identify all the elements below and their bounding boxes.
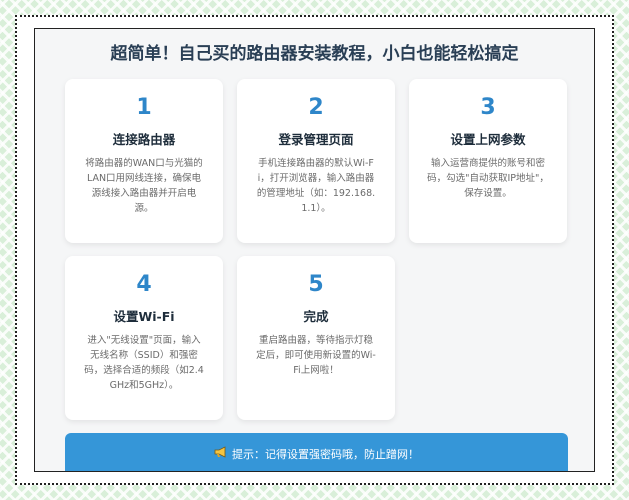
step-title: 连接路由器 xyxy=(112,132,176,147)
step-title: 设置上网参数 xyxy=(450,132,526,147)
step-card-5: 5 完成 重启路由器，等待指示灯稳定后，即可使用新设置的Wi-Fi上网啦！ xyxy=(237,256,395,420)
step-card-3: 3 设置上网参数 输入运营商提供的账号和密码，勾选"自动获取IP地址"，保存设置… xyxy=(409,79,567,243)
step-number: 4 xyxy=(136,272,152,297)
step-description: 手机连接路由器的默认Wi-Fi，打开浏览器，输入路由器的管理地址（如：192.1… xyxy=(256,158,376,214)
step-title: 登录管理页面 xyxy=(278,132,354,147)
step-number: 5 xyxy=(308,272,324,297)
megaphone-icon xyxy=(214,446,228,461)
step-card-1: 1 连接路由器 将路由器的WAN口与光猫的LAN口用网线连接，确保电源线接入路由… xyxy=(65,79,223,243)
page-title: 超简单！自己买的路由器安装教程，小白也能轻松搞定 xyxy=(110,44,519,64)
step-title: 完成 xyxy=(303,309,329,324)
step-description: 输入运营商提供的账号和密码，勾选"自动获取IP地址"，保存设置。 xyxy=(427,158,549,199)
step-title: 设置Wi-Fi xyxy=(113,309,175,324)
tip-text: 提示：记得设置强密码哦，防止蹭网！ xyxy=(232,448,419,461)
step-description: 进入"无线设置"页面，输入无线名称（SSID）和强密码，选择合适的频段（如2.4… xyxy=(84,335,204,391)
step-description: 将路由器的WAN口与光猫的LAN口用网线连接，确保电源线接入路由器并开启电源。 xyxy=(85,158,203,214)
tip-banner: 提示：记得设置强密码哦，防止蹭网！ xyxy=(65,433,568,471)
step-card-4: 4 设置Wi-Fi 进入"无线设置"页面，输入无线名称（SSID）和强密码，选择… xyxy=(65,256,223,420)
step-number: 1 xyxy=(136,95,152,120)
step-card-2: 2 登录管理页面 手机连接路由器的默认Wi-Fi，打开浏览器，输入路由器的管理地… xyxy=(237,79,395,243)
tutorial-panel: 超简单！自己买的路由器安装教程，小白也能轻松搞定 1 连接路由器 将路由器的WA… xyxy=(34,28,595,472)
step-description: 重启路由器，等待指示灯稳定后，即可使用新设置的Wi-Fi上网啦！ xyxy=(256,335,376,376)
step-number: 3 xyxy=(480,95,496,120)
step-number: 2 xyxy=(308,95,324,120)
